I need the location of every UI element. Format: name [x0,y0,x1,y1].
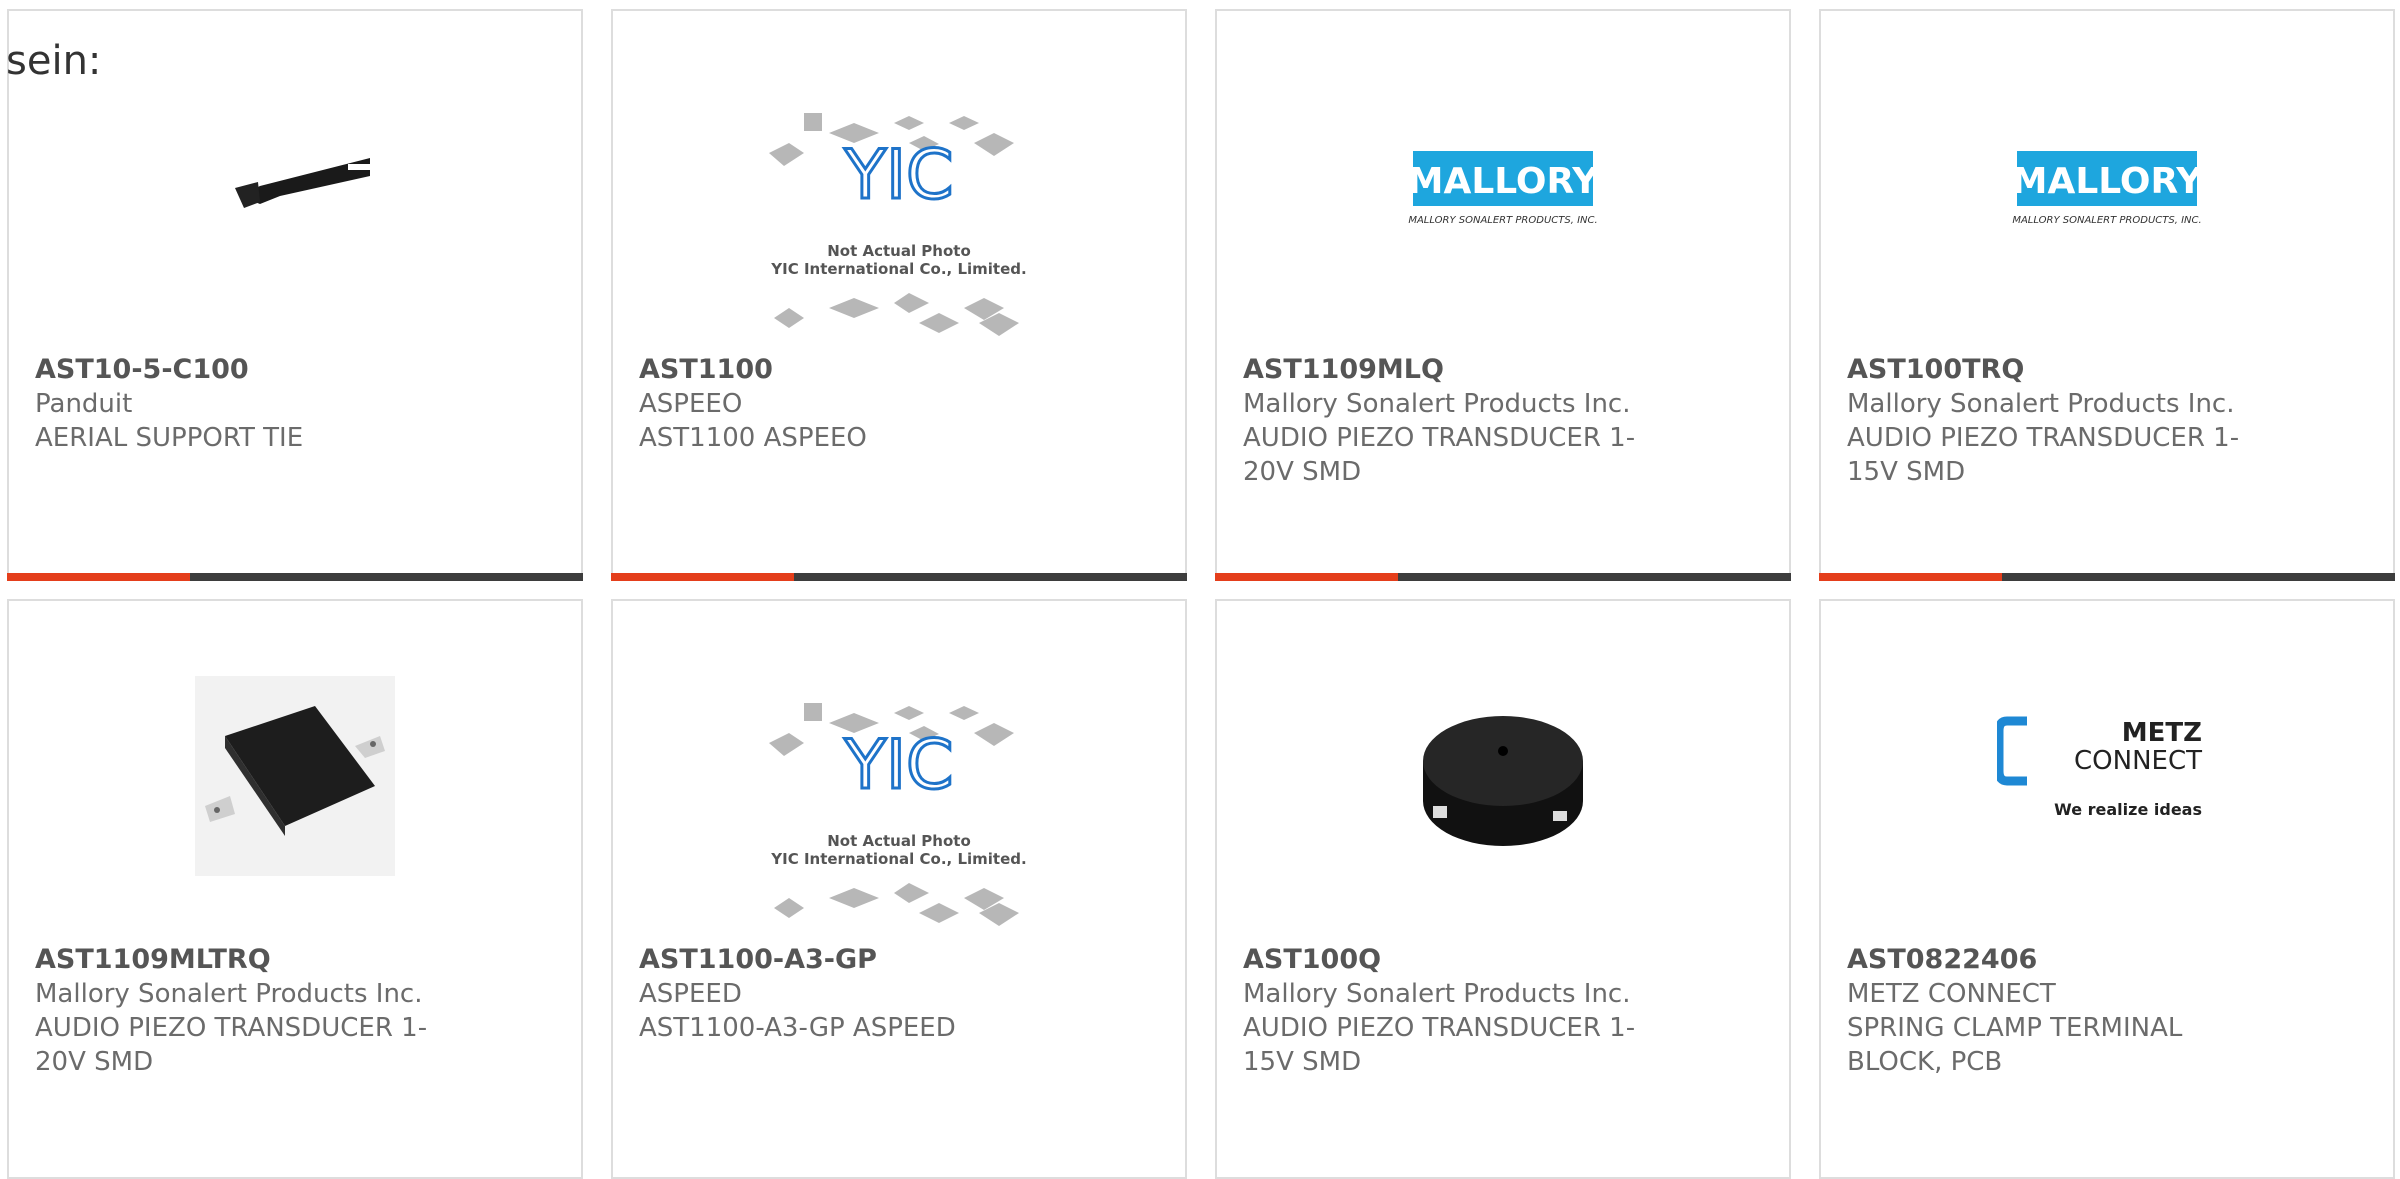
product-card[interactable]: METZ CONNECT We realize ideas AST0822406… [1819,599,2395,1179]
description: BLOCK, PCB [1847,1047,2003,1077]
description: AUDIO PIEZO TRANSDUCER 1- [1243,423,1636,453]
card-bar [611,573,1187,581]
product-info: AST100Q Mallory Sonalert Products Inc. A… [1243,943,1663,1079]
manufacturer: Panduit [35,389,133,419]
card-bar [7,573,583,581]
product-card[interactable]: MALLORY MALLORY SONALERT PRODUCTS, INC. … [1215,9,1791,581]
description: 20V SMD [1243,457,1362,487]
part-number[interactable]: AST10-5-C100 [35,353,455,387]
cable-tie-image[interactable] [9,131,581,231]
svg-text:Not Actual Photo: Not Actual Photo [827,242,971,260]
placeholder-image[interactable]: YIC Not Actual Photo YIC International C… [613,693,1185,943]
manufacturer: METZ CONNECT [1847,979,2056,1009]
intro-text: sein: [6,38,102,84]
description: AUDIO PIEZO TRANSDUCER 1- [35,1013,428,1043]
manufacturer: Mallory Sonalert Products Inc. [1243,389,1631,419]
piezo-round-image[interactable] [1217,681,1789,881]
svg-text:MALLORY SONALERT PRODUCTS, INC: MALLORY SONALERT PRODUCTS, INC. [2012,215,2201,226]
product-card[interactable]: YIC Not Actual Photo YIC International C… [611,9,1187,581]
svg-text:METZ: METZ [2122,718,2202,748]
product-info: AST0822406 METZ CONNECT SPRING CLAMP TER… [1847,943,2267,1079]
description: AUDIO PIEZO TRANSDUCER 1- [1847,423,2240,453]
part-number[interactable]: AST100TRQ [1847,353,2267,387]
product-card[interactable]: AST10-5-C100 Panduit AERIAL SUPPORT TIE [7,9,583,581]
description: AERIAL SUPPORT TIE [35,423,304,453]
product-info: AST1100 ASPEEO AST1100 ASPEEO [639,353,1059,455]
svg-text:Not Actual Photo: Not Actual Photo [827,832,971,850]
part-number[interactable]: AST0822406 [1847,943,2267,977]
manufacturer: Mallory Sonalert Products Inc. [35,979,423,1009]
svg-text:YIC: YIC [843,726,953,805]
description: SPRING CLAMP TERMINAL [1847,1013,2183,1043]
part-number[interactable]: AST1100-A3-GP [639,943,1059,977]
svg-text:MALLORY: MALLORY [1408,161,1600,202]
svg-text:YIC International Co., Limited: YIC International Co., Limited. [770,260,1026,278]
piezo-square-image[interactable] [9,671,581,881]
description: AST1100-A3-GP ASPEED [639,1013,956,1043]
product-card[interactable]: AST100Q Mallory Sonalert Products Inc. A… [1215,599,1791,1179]
product-info: AST10-5-C100 Panduit AERIAL SUPPORT TIE [35,353,455,455]
product-card[interactable]: YIC Not Actual Photo YIC International C… [611,599,1187,1179]
product-info: AST1100-A3-GP ASPEED AST1100-A3-GP ASPEE… [639,943,1059,1045]
product-info: AST1109MLQ Mallory Sonalert Products Inc… [1243,353,1663,489]
part-number[interactable]: AST1109MLQ [1243,353,1663,387]
product-card[interactable]: MALLORY MALLORY SONALERT PRODUCTS, INC. … [1819,9,2395,581]
part-number[interactable]: AST1100 [639,353,1059,387]
description: 15V SMD [1243,1047,1362,1077]
svg-text:CONNECT: CONNECT [2074,746,2202,776]
product-card[interactable]: AST1109MLTRQ Mallory Sonalert Products I… [7,599,583,1179]
svg-text:MALLORY SONALERT PRODUCTS, INC: MALLORY SONALERT PRODUCTS, INC. [1408,215,1597,226]
description: AUDIO PIEZO TRANSDUCER 1- [1243,1013,1636,1043]
description: AST1100 ASPEEO [639,423,867,453]
part-number[interactable]: AST100Q [1243,943,1663,977]
manufacturer: ASPEED [639,979,742,1009]
svg-text:MALLORY: MALLORY [2012,161,2204,202]
card-bar [1819,573,2395,581]
svg-text:YIC International Co., Limited: YIC International Co., Limited. [770,850,1026,868]
card-bar [1215,573,1791,581]
manufacturer: Mallory Sonalert Products Inc. [1847,389,2235,419]
svg-text:We realize ideas: We realize ideas [2054,800,2202,819]
manufacturer: Mallory Sonalert Products Inc. [1243,979,1631,1009]
manufacturer: ASPEEO [639,389,743,419]
svg-text:YIC: YIC [843,136,953,215]
description: 15V SMD [1847,457,1966,487]
metz-logo[interactable]: METZ CONNECT We realize ideas [1821,701,2393,841]
product-info: AST1109MLTRQ Mallory Sonalert Products I… [35,943,455,1079]
product-info: AST100TRQ Mallory Sonalert Products Inc.… [1847,353,2267,489]
part-number[interactable]: AST1109MLTRQ [35,943,455,977]
description: 20V SMD [35,1047,154,1077]
mallory-logo[interactable]: MALLORY MALLORY SONALERT PRODUCTS, INC. [1821,131,2393,241]
mallory-logo[interactable]: MALLORY MALLORY SONALERT PRODUCTS, INC. [1217,131,1789,241]
placeholder-image[interactable]: YIC Not Actual Photo YIC International C… [613,103,1185,353]
